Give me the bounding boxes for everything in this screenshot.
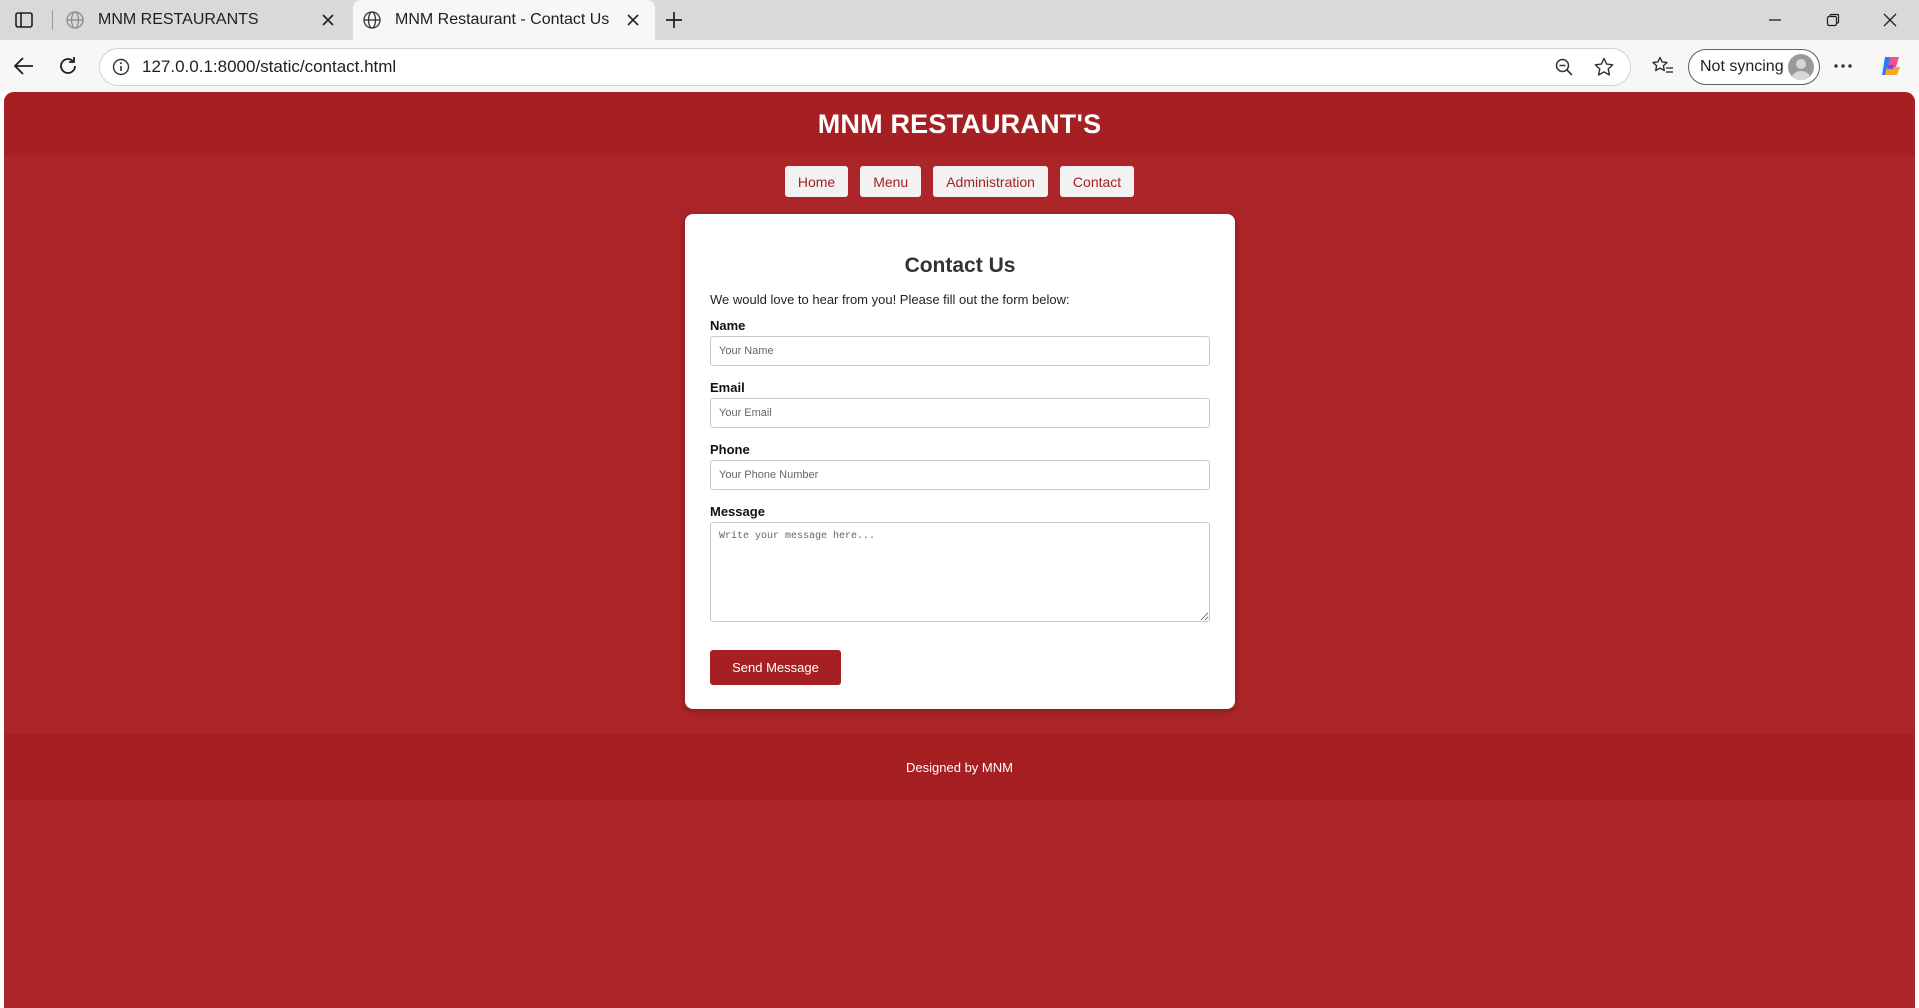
tab-home[interactable]: MNM RESTAURANTS [56,0,350,40]
minimize-button[interactable] [1755,6,1795,34]
zoom-out-icon[interactable] [1550,53,1578,81]
url-text[interactable]: 127.0.0.1:8000/static/contact.html [142,57,1550,77]
restore-icon [1826,13,1840,27]
favorite-star-icon[interactable] [1590,53,1618,81]
name-label: Name [710,318,746,333]
globe-icon [66,11,84,29]
page-viewport: MNM RESTAURANT'S Home Menu Administratio… [4,92,1915,1008]
new-tab-button[interactable] [660,6,688,34]
phone-label: Phone [710,442,750,457]
tab-strip: MNM RESTAURANTS MNM Restaurant - Contact… [0,0,1919,40]
avatar [1788,54,1814,80]
message-textarea[interactable] [710,522,1210,622]
phone-input[interactable] [710,460,1210,490]
profile-sync-button[interactable]: Not syncing [1688,49,1820,85]
name-input[interactable] [710,336,1210,366]
close-icon[interactable] [316,8,340,32]
form-intro: We would love to hear from you! Please f… [710,292,1070,307]
footer-credit: Designed by MNM [906,759,1013,775]
back-arrow-icon [13,57,33,75]
copilot-button[interactable] [1876,51,1906,81]
more-dots-icon [1834,64,1852,68]
reload-icon [60,57,76,74]
contact-form-card: Contact Us We would love to hear from yo… [685,214,1235,709]
email-label: Email [710,380,745,395]
tab-title: MNM Restaurant - Contact Us [395,11,610,28]
site-footer: Designed by MNM [4,734,1915,800]
close-icon [1883,13,1897,27]
tab-contact[interactable]: MNM Restaurant - Contact Us [353,0,655,40]
email-input[interactable] [710,398,1210,428]
site-title: MNM RESTAURANT'S [817,108,1102,139]
form-title: Contact Us [904,254,1016,277]
tab-title: MNM RESTAURANTS [98,11,259,28]
reload-button[interactable] [54,52,82,80]
site-info-icon[interactable] [110,56,132,78]
globe-icon [363,11,381,29]
tab-separator [52,10,53,30]
sync-status-label: Not syncing [1700,58,1784,75]
close-icon[interactable] [621,8,645,32]
sidebar-toggle-button[interactable] [10,8,38,32]
restore-button[interactable] [1813,6,1853,34]
message-label: Message [710,504,765,519]
window-close-button[interactable] [1870,6,1910,34]
back-button[interactable] [10,52,38,80]
favorites-button[interactable] [1648,52,1678,80]
browser-toolbar: 127.0.0.1:8000/static/contact.html Not s… [0,40,1919,92]
nav-home-link[interactable]: Home [784,166,849,197]
nav-menu-link[interactable]: Menu [860,166,922,197]
minimize-icon [1769,19,1781,21]
plus-icon [666,12,682,28]
site-nav: Home Menu Administration Contact [4,166,1915,198]
nav-contact-link[interactable]: Contact [1059,166,1135,197]
copilot-icon [1882,57,1900,75]
sidebar-icon [15,12,33,28]
nav-administration-link[interactable]: Administration [933,166,1048,197]
more-options-button[interactable] [1828,52,1858,80]
send-message-button[interactable]: Send Message [710,650,841,685]
site-header: MNM RESTAURANT'S [4,92,1915,156]
favorites-list-icon [1652,56,1673,73]
address-bar[interactable]: 127.0.0.1:8000/static/contact.html [99,48,1631,86]
